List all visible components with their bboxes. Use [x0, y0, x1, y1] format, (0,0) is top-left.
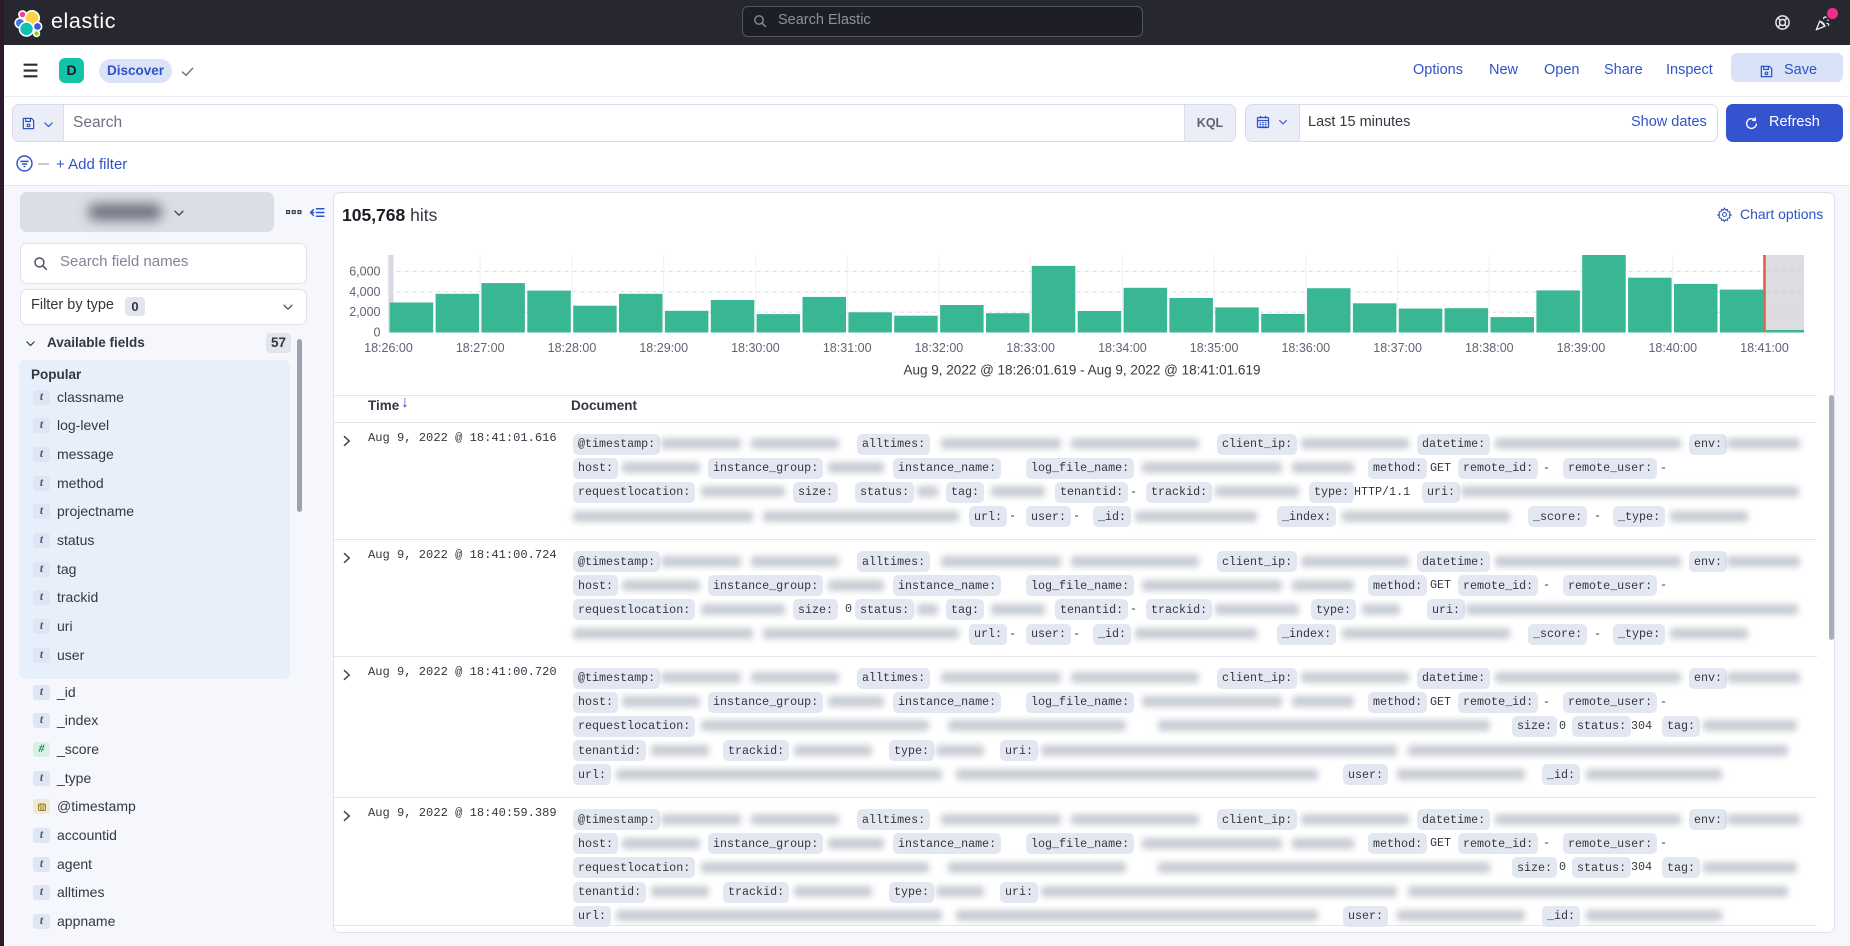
svg-text:4,000: 4,000: [349, 285, 380, 299]
svg-text:18:27:00: 18:27:00: [456, 341, 505, 355]
svg-text:18:32:00: 18:32:00: [915, 341, 964, 355]
svg-text:2,000: 2,000: [349, 305, 380, 319]
svg-text:18:26:00: 18:26:00: [364, 341, 413, 355]
svg-text:18:37:00: 18:37:00: [1373, 341, 1422, 355]
svg-text:18:40:00: 18:40:00: [1648, 341, 1697, 355]
svg-text:18:33:00: 18:33:00: [1006, 341, 1055, 355]
svg-text:6,000: 6,000: [349, 264, 380, 278]
svg-text:0: 0: [374, 326, 381, 340]
svg-text:18:30:00: 18:30:00: [731, 341, 780, 355]
svg-text:18:34:00: 18:34:00: [1098, 341, 1147, 355]
svg-text:18:31:00: 18:31:00: [823, 341, 872, 355]
svg-text:Aug 9, 2022 @ 18:26:01.619 - A: Aug 9, 2022 @ 18:26:01.619 - Aug 9, 2022…: [904, 363, 1261, 378]
svg-text:18:41:00: 18:41:00: [1740, 341, 1789, 355]
svg-text:18:29:00: 18:29:00: [639, 341, 688, 355]
svg-text:18:36:00: 18:36:00: [1281, 341, 1330, 355]
svg-text:18:38:00: 18:38:00: [1465, 341, 1514, 355]
svg-text:18:28:00: 18:28:00: [548, 341, 597, 355]
svg-text:18:35:00: 18:35:00: [1190, 341, 1239, 355]
svg-text:18:39:00: 18:39:00: [1557, 341, 1606, 355]
